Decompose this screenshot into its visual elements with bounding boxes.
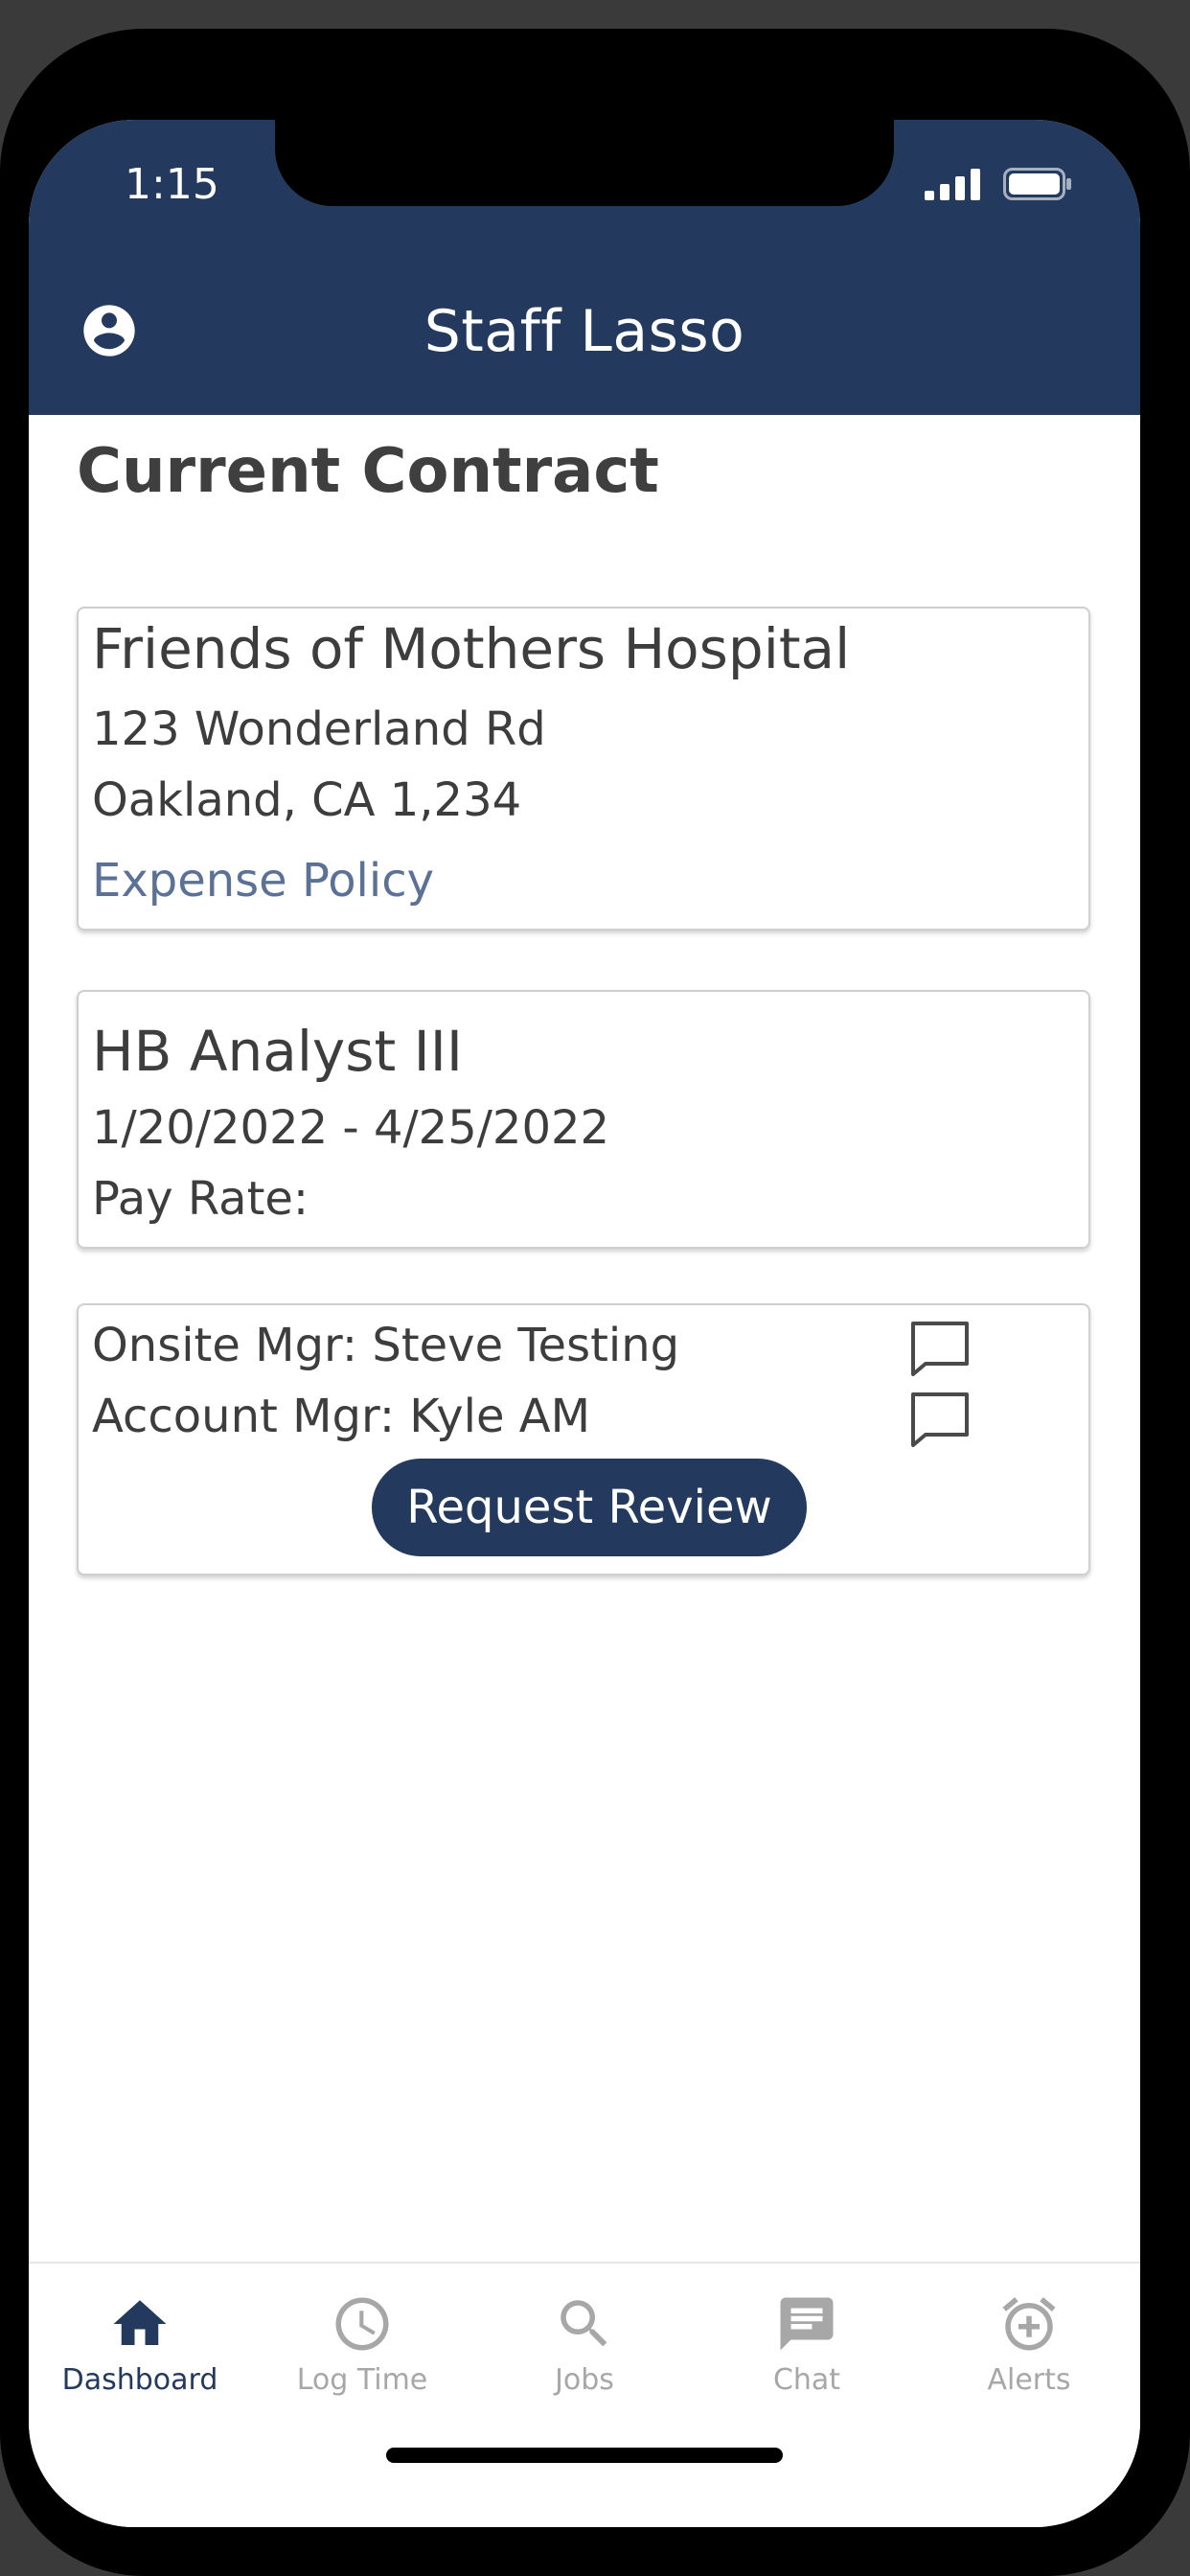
tab-log-time[interactable]: Log Time — [251, 2292, 473, 2436]
alarm-add-icon — [1002, 2297, 1056, 2351]
request-review-button[interactable]: Request Review — [372, 1459, 807, 1556]
app-title: Staff Lasso — [423, 298, 745, 365]
phone-frame: 1:15 Staff Lasso Current Contract Friend… — [0, 29, 1190, 2576]
page-title: Current Contract — [77, 436, 659, 507]
bottom-tab-bar: Dashboard Log Time Jobs Chat Alerts — [29, 2262, 1140, 2527]
chat-account-manager-icon[interactable] — [910, 1392, 970, 1447]
app-header: 1:15 Staff Lasso — [29, 120, 1140, 415]
job-card: HB Analyst III 1/20/2022 - 4/25/2022 Pay… — [77, 990, 1090, 1249]
search-icon — [561, 2300, 607, 2347]
tab-dashboard[interactable]: Dashboard — [29, 2292, 251, 2436]
status-time: 1:15 — [125, 160, 219, 209]
chat-icon — [780, 2297, 834, 2351]
job-position: HB Analyst III — [92, 1019, 463, 1084]
device-notch — [275, 120, 894, 206]
tab-alerts[interactable]: Alerts — [918, 2292, 1140, 2436]
tab-label-chat: Chat — [772, 2363, 841, 2397]
facility-address-line1: 123 Wonderland Rd — [92, 702, 546, 756]
app-screen: 1:15 Staff Lasso Current Contract Friend… — [29, 120, 1140, 2527]
tab-label-dashboard: Dashboard — [61, 2363, 218, 2397]
facility-address-line2: Oakland, CA 1,234 — [92, 773, 522, 827]
tab-label-log-time: Log Time — [296, 2363, 428, 2397]
pay-rate-label: Pay Rate: — [92, 1172, 309, 1226]
chat-onsite-manager-icon[interactable] — [910, 1321, 970, 1376]
tab-jobs[interactable]: Jobs — [473, 2292, 696, 2436]
home-indicator[interactable] — [386, 2448, 783, 2463]
facility-card: Friends of Mothers Hospital 123 Wonderla… — [77, 607, 1090, 931]
tab-label-jobs: Jobs — [555, 2363, 614, 2397]
expense-policy-link[interactable]: Expense Policy — [92, 854, 434, 908]
clock-icon — [335, 2297, 389, 2351]
tab-chat[interactable]: Chat — [696, 2292, 918, 2436]
managers-card: Onsite Mgr: Steve Testing Account Mgr: K… — [77, 1303, 1090, 1576]
onsite-manager: Onsite Mgr: Steve Testing — [92, 1319, 680, 1372]
job-date-range: 1/20/2022 - 4/25/2022 — [92, 1101, 610, 1155]
home-icon — [113, 2300, 167, 2345]
tab-label-alerts: Alerts — [987, 2363, 1071, 2397]
account-manager: Account Mgr: Kyle AM — [92, 1390, 591, 1443]
facility-name: Friends of Mothers Hospital — [92, 616, 851, 681]
cellular-signal-icon — [925, 169, 980, 200]
battery-icon — [1003, 168, 1071, 200]
